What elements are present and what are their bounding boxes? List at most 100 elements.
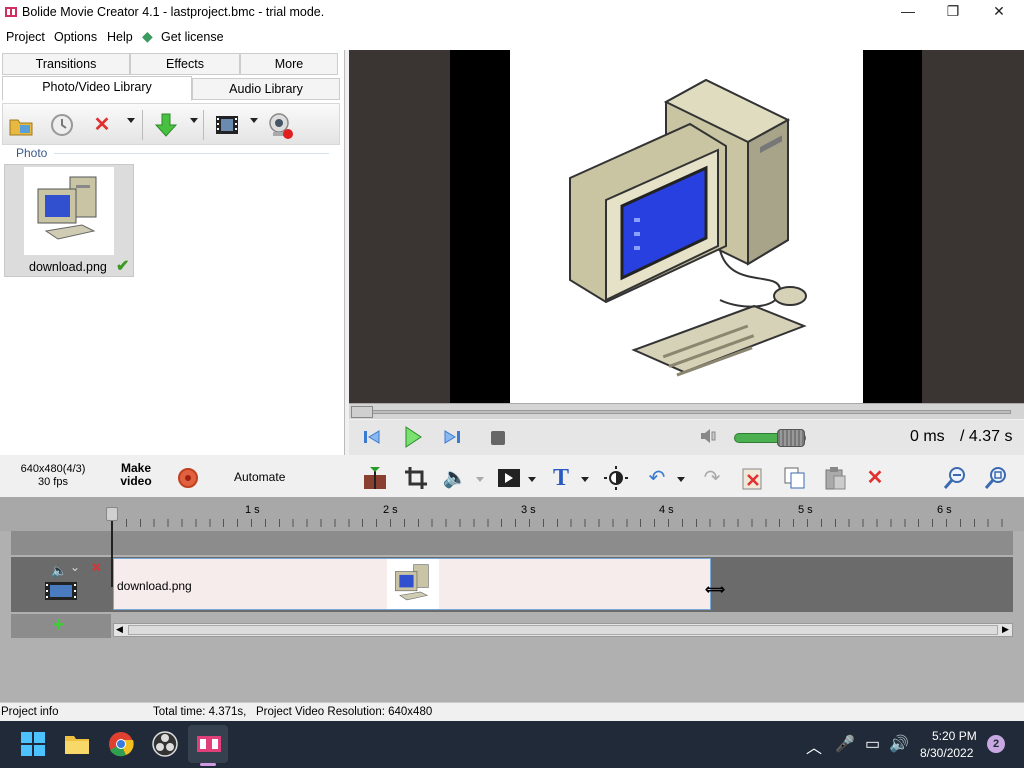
text-dropdown-arrow-icon[interactable]: [581, 477, 589, 482]
menu-options[interactable]: Options: [54, 30, 97, 44]
make-video-line2: video: [120, 474, 152, 488]
cut-icon[interactable]: [740, 465, 766, 491]
volume-clip-icon[interactable]: 🔈: [442, 465, 468, 491]
ruler-label: 6 s: [937, 504, 952, 516]
tab-effects[interactable]: Effects: [130, 53, 240, 75]
library-toolbar: ✕: [2, 103, 340, 145]
chevron-up-icon[interactable]: ︿: [806, 734, 822, 758]
add-track-row: +: [11, 614, 111, 638]
menu-help[interactable]: Help: [107, 30, 133, 44]
import-dropdown-arrow-icon[interactable]: [190, 118, 198, 123]
scroll-right-icon[interactable]: ▶: [1002, 624, 1009, 635]
editor-toolbar: 640x480(4/3) 30 fps Make video Automate …: [0, 457, 1024, 497]
resolution-button[interactable]: 640x480(4/3) 30 fps: [18, 463, 88, 489]
volume-dropdown-arrow-icon[interactable]: [476, 477, 484, 482]
close-button[interactable]: ✕: [976, 0, 1022, 24]
toolbar-separator: [142, 110, 143, 140]
volume-tray-icon[interactable]: 🔊: [889, 734, 909, 754]
notification-badge[interactable]: 2: [987, 735, 1005, 753]
section-label-photo: Photo: [16, 146, 48, 160]
import-down-arrow-icon[interactable]: [153, 112, 179, 138]
bolide-app-icon[interactable]: [196, 731, 222, 757]
automate-button[interactable]: Automate: [234, 470, 285, 484]
make-video-button[interactable]: Make video: [112, 462, 160, 488]
window-title: Bolide Movie Creator 4.1 - lastproject.b…: [22, 5, 325, 19]
time-ruler[interactable]: 1 s 2 s 3 s 4 s 5 s 6 s: [0, 497, 1024, 531]
collapse-icon[interactable]: ⌄: [70, 560, 80, 574]
split-clip-icon[interactable]: [362, 465, 388, 491]
tab-transitions[interactable]: Transitions: [2, 53, 130, 75]
playback-controls: 0 ms / 4.37 s: [349, 420, 1024, 455]
delete-icon[interactable]: ✕: [89, 112, 115, 138]
file-explorer-icon[interactable]: [64, 731, 90, 757]
speaker-icon[interactable]: [699, 427, 717, 450]
tab-photo-video-library[interactable]: Photo/Video Library: [2, 76, 192, 101]
track-header: 🔈 ⌄ ✕: [11, 557, 111, 612]
obs-icon[interactable]: [152, 731, 178, 757]
menu-bar: Project Options Help ◆ Get license: [0, 24, 1024, 50]
maximize-button[interactable]: ❐: [930, 0, 976, 24]
fps-label: 30 fps: [38, 476, 68, 488]
video-effects-icon[interactable]: [496, 465, 522, 491]
text-icon[interactable]: T: [548, 465, 574, 491]
clock-time[interactable]: 5:20 PM: [932, 729, 977, 743]
tab-audio-library[interactable]: Audio Library: [192, 78, 340, 100]
status-resolution: Project Video Resolution: 640x480: [256, 706, 433, 718]
clock-icon[interactable]: [49, 112, 75, 138]
add-files-icon[interactable]: [8, 112, 34, 138]
seek-bar[interactable]: [349, 403, 1024, 419]
clip-label: download.png: [117, 579, 192, 593]
brightness-icon[interactable]: [603, 465, 629, 491]
undo-dropdown-arrow-icon[interactable]: [677, 477, 685, 482]
microphone-icon[interactable]: 🎤: [835, 734, 855, 754]
mute-icon[interactable]: 🔈: [51, 563, 67, 579]
preview-frame: [510, 50, 863, 403]
title-bar: Bolide Movie Creator 4.1 - lastproject.b…: [0, 0, 1024, 24]
timeline-clip[interactable]: download.png: [113, 558, 711, 610]
seek-track[interactable]: [363, 410, 1011, 414]
menu-project[interactable]: Project: [6, 30, 45, 44]
timeline-scrollbar[interactable]: ◀ ▶: [113, 623, 1013, 637]
scrollbar-thumb[interactable]: [128, 625, 998, 635]
ruler-label: 1 s: [245, 504, 260, 516]
clip-thumbnail: [387, 559, 439, 609]
next-frame-icon[interactable]: [443, 428, 461, 451]
film-dropdown-arrow-icon[interactable]: [250, 118, 258, 123]
resolution-label: 640x480(4/3): [20, 463, 86, 475]
redo-icon[interactable]: ↷: [699, 465, 725, 491]
crop-icon[interactable]: [403, 465, 429, 491]
undo-icon[interactable]: ↶: [644, 465, 670, 491]
delete-clip-icon[interactable]: ✕: [862, 465, 888, 491]
previous-frame-icon[interactable]: [363, 428, 381, 451]
zoom-out-icon[interactable]: [942, 465, 968, 491]
film-icon[interactable]: [214, 112, 240, 138]
volume-thumb[interactable]: [777, 429, 805, 447]
minimize-button[interactable]: —: [885, 0, 931, 24]
chrome-icon[interactable]: [108, 731, 134, 757]
scroll-left-icon[interactable]: ◀: [116, 624, 123, 635]
project-info[interactable]: Project info: [1, 706, 59, 718]
play-icon[interactable]: [403, 425, 423, 454]
seek-thumb[interactable]: [351, 406, 373, 418]
menu-get-license[interactable]: Get license: [161, 30, 224, 44]
delete-dropdown-arrow-icon[interactable]: [127, 118, 135, 123]
paste-icon[interactable]: [822, 465, 848, 491]
clock-date[interactable]: 8/30/2022: [920, 746, 973, 760]
taskbar: ︿ 🎤 ▭ 🔊 5:20 PM 8/30/2022 2: [0, 721, 1024, 768]
record-icon[interactable]: [178, 468, 198, 488]
network-icon[interactable]: ▭: [865, 734, 880, 754]
ruler-label: 3 s: [521, 504, 536, 516]
windows-start-icon[interactable]: [20, 731, 46, 757]
timeline: 1 s 2 s 3 s 4 s 5 s 6 s 🔈 ⌄ ✕ download.p…: [0, 497, 1024, 702]
webcam-icon[interactable]: [266, 112, 293, 139]
remove-track-icon[interactable]: ✕: [91, 560, 102, 576]
overlay-track[interactable]: [11, 531, 1013, 555]
stop-icon[interactable]: [491, 431, 505, 445]
copy-icon[interactable]: [782, 465, 808, 491]
media-item[interactable]: download.png ✔: [4, 164, 134, 277]
video-effects-dropdown-arrow-icon[interactable]: [528, 477, 536, 482]
zoom-fit-icon[interactable]: [983, 465, 1009, 491]
tab-more[interactable]: More: [240, 53, 338, 75]
playhead-handle[interactable]: [106, 507, 118, 521]
add-track-icon[interactable]: +: [53, 614, 65, 637]
